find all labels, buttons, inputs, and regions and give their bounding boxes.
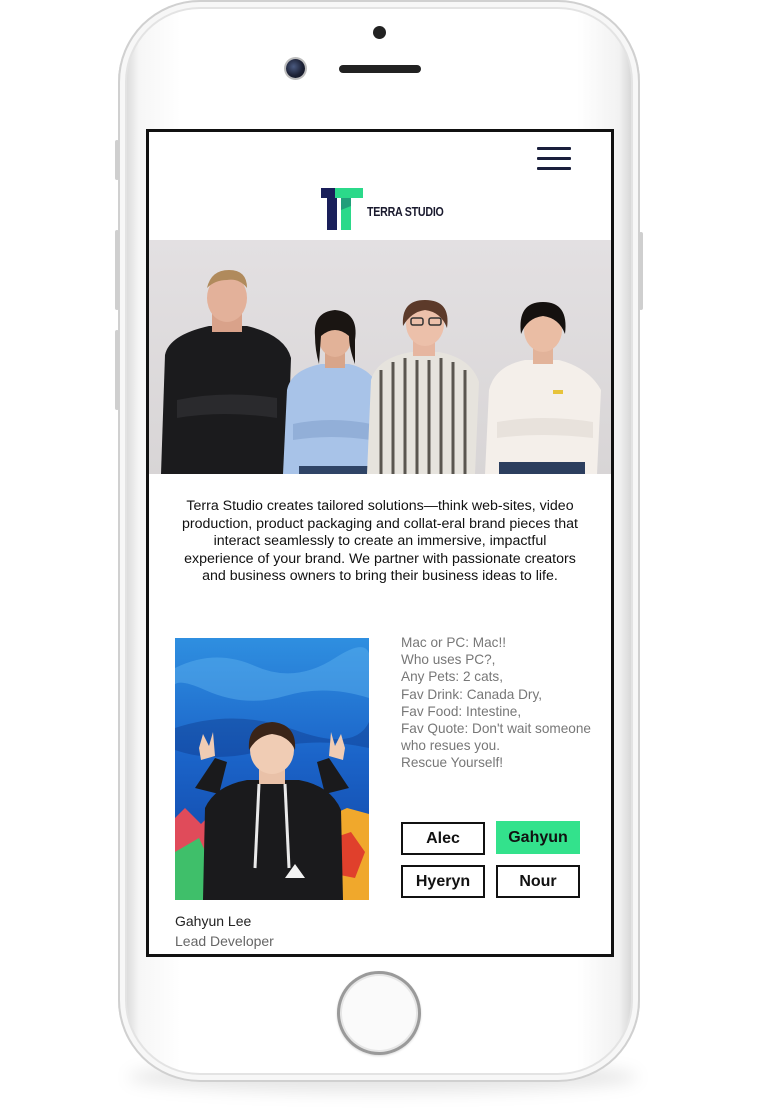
fact-line: who resues you.: [401, 738, 500, 754]
front-camera-icon: [286, 59, 305, 78]
earpiece-speaker: [339, 65, 421, 73]
person-3: [367, 300, 479, 474]
member-name: Gahyun Lee: [175, 913, 252, 929]
terra-logo-mark-icon: [321, 188, 363, 230]
power-button: [639, 232, 643, 310]
team-button-hyeryn[interactable]: Hyeryn: [401, 865, 485, 898]
volume-down-button: [115, 330, 119, 410]
team-button-nour[interactable]: Nour: [496, 865, 580, 898]
person-4: [485, 302, 601, 474]
team-button-gahyun[interactable]: Gahyun: [496, 821, 580, 854]
team-photo-illustration: [161, 270, 601, 474]
member-photo: [175, 638, 369, 900]
person-1: [161, 270, 291, 474]
fact-line: Fav Food: Intestine,: [401, 703, 522, 719]
member-facts-list: Mac or PC: Mac!! Who uses PC?, Any Pets:…: [401, 634, 611, 772]
team-button-alec[interactable]: Alec: [401, 822, 485, 855]
member-role: Lead Developer: [175, 933, 274, 949]
fact-line: Rescue Yourself!: [401, 755, 504, 771]
proximity-sensor: [373, 26, 386, 39]
home-button[interactable]: [337, 971, 421, 1055]
team-photo: [149, 240, 611, 474]
brand-name: TERRA STUDIO: [367, 204, 444, 219]
phone-screen: TERRA STUDIO Terra Studio creates tailor…: [146, 129, 614, 957]
person-2: [283, 310, 379, 474]
fact-line: Who uses PC?,: [401, 652, 496, 668]
member-photo-illustration: [175, 638, 369, 900]
hamburger-menu-icon[interactable]: [537, 146, 573, 172]
intro-text: Terra Studio creates tailored solutions—…: [182, 498, 578, 585]
volume-up-button: [115, 230, 119, 310]
fact-line: Any Pets: 2 cats,: [401, 669, 503, 685]
fact-line: Fav Drink: Canada Dry,: [401, 686, 543, 702]
terra-studio-logo[interactable]: TERRA STUDIO: [321, 188, 444, 230]
fact-line: Mac or PC: Mac!!: [401, 635, 506, 650]
fact-line: Fav Quote: Don't wait someone: [401, 721, 591, 737]
mute-switch: [115, 140, 119, 180]
